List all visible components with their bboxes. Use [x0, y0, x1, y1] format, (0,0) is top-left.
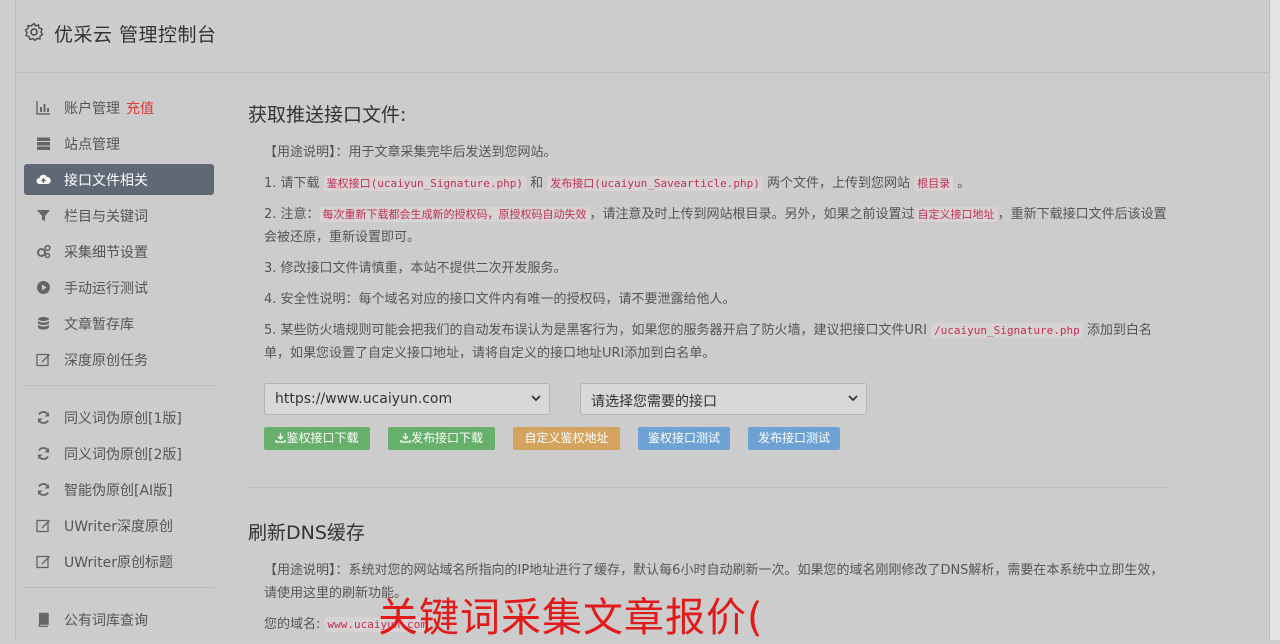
- instruction-1: 1. 请下载 鉴权接口(ucaiyun_Signature.php) 和 发布接…: [264, 176, 971, 191]
- sidebar-item-label: 账户管理: [64, 101, 120, 117]
- download-auth-button[interactable]: 鉴权接口下载: [264, 427, 370, 450]
- refresh-icon: [37, 483, 50, 496]
- usage-note: 【用途说明】：用于文章采集完毕后发送到您网站。: [264, 145, 557, 160]
- edit-icon: [36, 519, 50, 533]
- chevron-down-icon: [531, 395, 541, 402]
- chevron-down-icon: [848, 395, 858, 402]
- sidebar-item-label: 栏目与关键词: [64, 209, 148, 225]
- sidebar-item-columns-keywords[interactable]: 栏目与关键词: [24, 200, 214, 231]
- database-icon: [38, 317, 49, 330]
- sidebar-item-label: UWriter深度原创: [64, 519, 173, 535]
- download-icon: [275, 433, 287, 443]
- sidebar-divider: [24, 587, 214, 588]
- instruction-4: 4. 安全性说明：每个域名对应的接口文件内有唯一的授权码，请不要泄露给他人。: [264, 292, 736, 307]
- sidebar-item-manual-run[interactable]: 手动运行测试: [24, 272, 214, 303]
- bar-chart-icon: [36, 101, 50, 115]
- download-publish-button[interactable]: 发布接口下载: [388, 427, 495, 450]
- edit-icon: [36, 555, 50, 569]
- header-bar: 优采云 管理控制台: [16, 0, 1269, 73]
- sidebar-item-synonym-v2[interactable]: 同义词伪原创[2版]: [24, 438, 214, 469]
- test-publish-button[interactable]: 发布接口测试: [748, 427, 840, 450]
- sidebar-item-label: 站点管理: [64, 137, 120, 153]
- sidebar-divider: [24, 385, 214, 386]
- custom-auth-url-button[interactable]: 自定义鉴权地址: [513, 427, 620, 450]
- site-select[interactable]: https://www.ucaiyun.com: [264, 383, 550, 415]
- sidebar-item-ai-rewrite[interactable]: 智能伪原创[AI版]: [24, 474, 214, 505]
- server-icon: [37, 137, 50, 150]
- sidebar-item-label: 智能伪原创[AI版]: [64, 483, 173, 499]
- instruction-5: 5. 某些防火墙规则可能会把我们的自动发布误认为是黑客行为，如果您的服务器开启了…: [264, 323, 1152, 361]
- sidebar-item-label: 手动运行测试: [64, 281, 148, 297]
- select-row: https://www.ucaiyun.com 请选择您需要的接口: [248, 383, 1168, 417]
- sidebar-item-account[interactable]: 账户管理 充值: [24, 92, 214, 123]
- sidebar: 账户管理 充值 站点管理 接口文件相关 栏目与关键词 采集细节设置 手动运行测试 …: [24, 92, 214, 640]
- overlay-caption: 关键词采集文章报价(: [378, 595, 764, 641]
- main-content: 获取推送接口文件: 【用途说明】：用于文章采集完毕后发送到您网站。 1. 请下载…: [248, 100, 1168, 644]
- sidebar-item-article-store[interactable]: 文章暂存库: [24, 308, 214, 339]
- cloud-upload-icon: [36, 174, 51, 184]
- section-title-dns: 刷新DNS缓存: [248, 522, 365, 544]
- sidebar-item-collect-settings[interactable]: 采集细节设置: [24, 236, 214, 267]
- sidebar-item-label: 同义词伪原创[1版]: [64, 411, 182, 427]
- sidebar-item-public-dict[interactable]: 公有词库查询: [24, 604, 214, 635]
- section-divider: [248, 487, 1168, 488]
- gear-icon: [24, 22, 44, 42]
- custom-url-code: 自定义接口地址: [914, 207, 998, 222]
- warning-code: 每次重新下载都会生成新的授权码，原授权码自动失效: [319, 207, 590, 222]
- interface-select[interactable]: 请选择您需要的接口: [580, 383, 867, 415]
- book-icon: [38, 612, 49, 627]
- sidebar-item-interface-files[interactable]: 接口文件相关: [24, 164, 214, 195]
- sidebar-item-label: 采集细节设置: [64, 245, 148, 261]
- cogs-icon: [37, 244, 51, 259]
- sidebar-item-label: 深度原创任务: [64, 353, 148, 369]
- section-title-interface: 获取推送接口文件:: [248, 104, 407, 126]
- filter-icon: [37, 210, 50, 221]
- play-circle-icon: [37, 281, 50, 294]
- uri-code: /ucaiyun_Signature.php: [931, 323, 1083, 338]
- download-icon: [400, 433, 411, 443]
- sidebar-item-synonym-v1[interactable]: 同义词伪原创[1版]: [24, 402, 214, 433]
- domain-label: 您的域名:: [264, 617, 321, 632]
- test-auth-button[interactable]: 鉴权接口测试: [638, 427, 730, 450]
- instruction-3: 3. 修改接口文件请慎重，本站不提供二次开发服务。: [264, 261, 567, 276]
- refresh-icon: [37, 447, 50, 460]
- sidebar-item-label: UWriter原创标题: [64, 555, 173, 571]
- root-dir-code: 根目录: [914, 176, 954, 191]
- scrollbar[interactable]: [1270, 0, 1280, 640]
- refresh-icon: [37, 411, 50, 424]
- instruction-2: 2. 注意： 每次重新下载都会生成新的授权码，原授权码自动失效 ，请注意及时上传到网…: [264, 207, 1167, 245]
- sidebar-item-label: 同义词伪原创[2版]: [64, 447, 182, 463]
- sidebar-item-label: 接口文件相关: [64, 173, 148, 189]
- sidebar-item-label: 文章暂存库: [64, 317, 134, 333]
- app-title: 优采云 管理控制台: [54, 24, 217, 46]
- sidebar-item-label: 公有词库查询: [64, 613, 148, 629]
- edit-icon: [36, 353, 50, 367]
- sidebar-item-uwriter-title[interactable]: UWriter原创标题: [24, 546, 214, 577]
- publish-file-code: 发布接口(ucaiyun_Savearticle.php): [547, 176, 763, 191]
- sidebar-item-uwriter-deep[interactable]: UWriter深度原创: [24, 510, 214, 541]
- app-frame: 优采云 管理控制台 账户管理 充值 站点管理 接口文件相关 栏目与关键词 采集细节…: [15, 0, 1270, 640]
- auth-file-code: 鉴权接口(ucaiyun_Signature.php): [323, 176, 526, 191]
- sidebar-item-deep-original[interactable]: 深度原创任务: [24, 344, 214, 375]
- button-row: 鉴权接口下载 发布接口下载 自定义鉴权地址 鉴权接口测试 发布接口测试: [248, 427, 1168, 451]
- recharge-link[interactable]: 充值: [126, 101, 154, 117]
- sidebar-item-sites[interactable]: 站点管理: [24, 128, 214, 159]
